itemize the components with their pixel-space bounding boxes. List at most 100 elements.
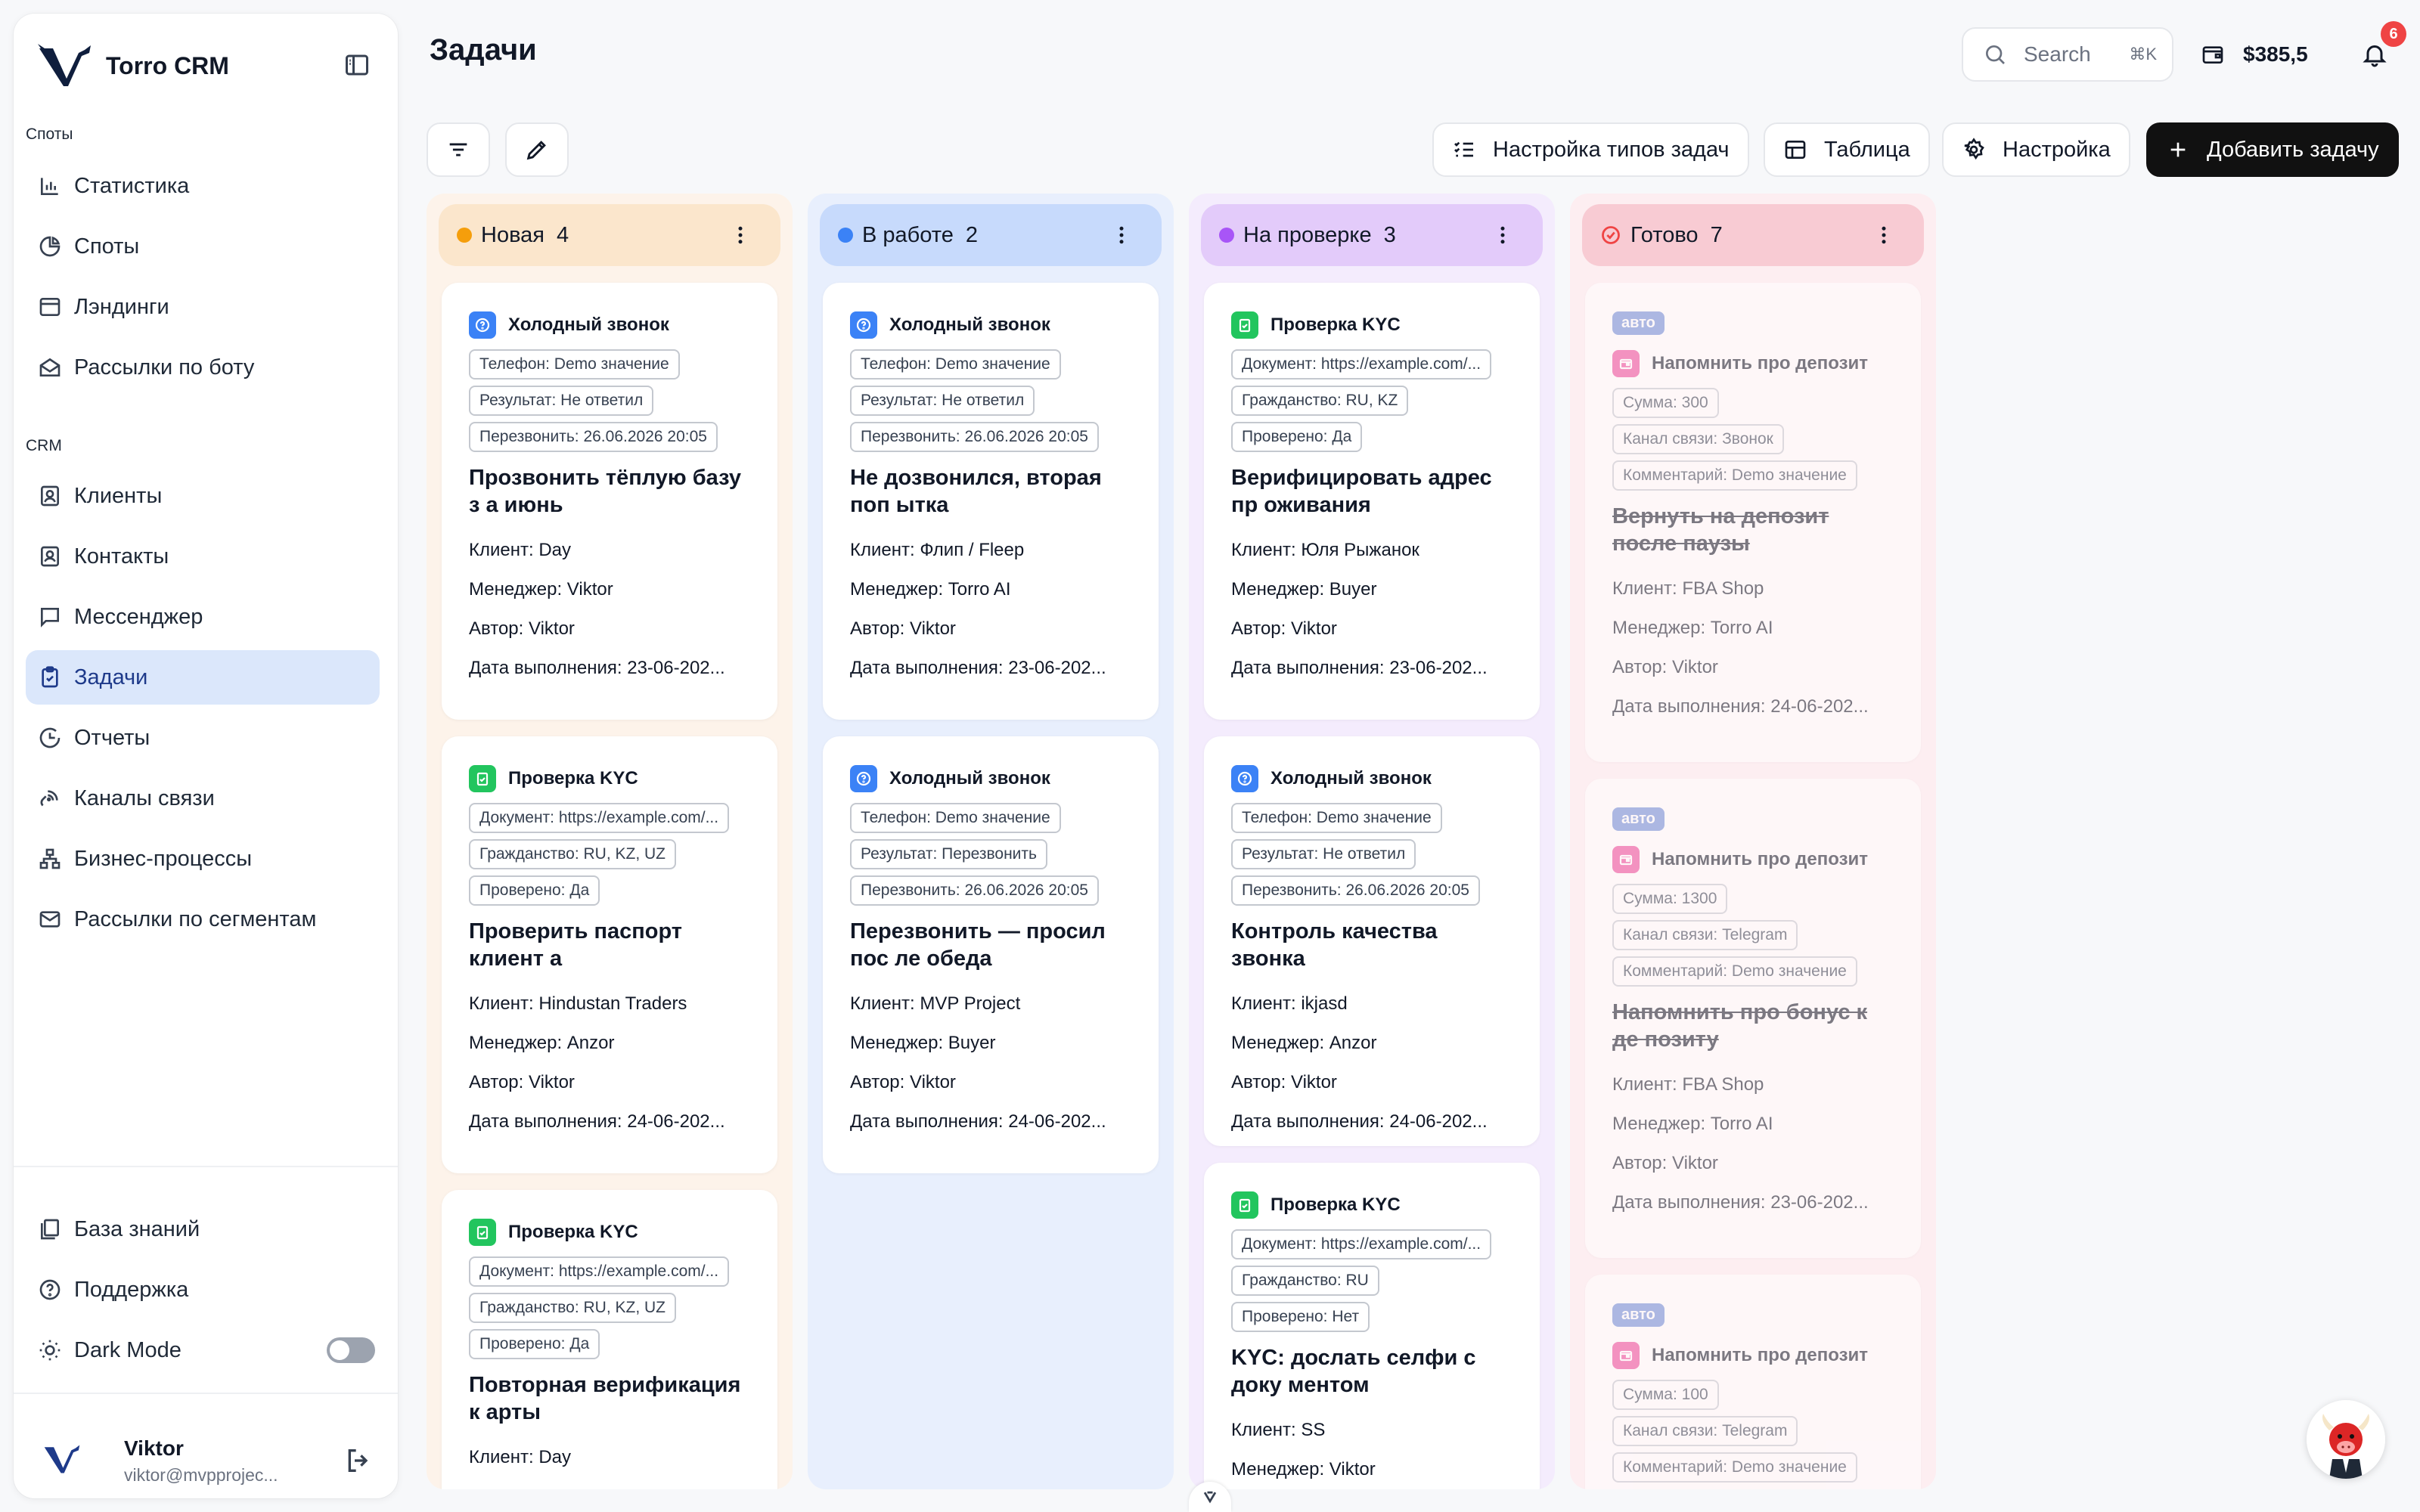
bell-icon[interactable] xyxy=(2361,39,2388,70)
user-profile[interactable]: Viktor viktor@mvpprojec... xyxy=(36,1426,384,1494)
column-count: 4 xyxy=(556,222,569,247)
sidebar-item-channels[interactable]: Каналы связи xyxy=(26,771,380,826)
page-title: Задачи xyxy=(430,33,537,67)
check-circle-icon xyxy=(1602,226,1620,244)
sidebar-divider xyxy=(14,1166,398,1167)
sidebar-item-knowledge-base[interactable]: База знаний xyxy=(26,1202,380,1256)
sidebar-item-label: Рассылки по боту xyxy=(74,355,255,380)
sidebar-item-clients[interactable]: Клиенты xyxy=(26,469,380,523)
task-card[interactable]: авто Напомнить про депозит Сумма: 300 Ка… xyxy=(1585,283,1921,762)
task-tag: Проверено: Да xyxy=(1231,422,1363,452)
task-type-label: Проверка KYC xyxy=(1270,1194,1401,1215)
task-tags: Документ: https://example.com/... Гражда… xyxy=(1231,349,1512,458)
more-vertical-icon[interactable] xyxy=(1491,224,1514,246)
column-header[interactable]: В работе 2 xyxy=(820,204,1162,266)
task-type-label: Напомнить про депозит xyxy=(1652,353,1869,373)
task-tags: Телефон: Demo значение Результат: Не отв… xyxy=(1231,803,1512,912)
task-tag: Комментарий: Demo значение xyxy=(1612,1452,1857,1483)
deposit-reminder-icon xyxy=(1612,846,1640,873)
task-title: Верифицировать адрес пр оживания xyxy=(1231,466,1492,517)
sidebar-item-statistics[interactable]: Статистика xyxy=(26,159,380,213)
task-types-button[interactable]: Настройка типов задач xyxy=(1432,122,1749,177)
task-tags: Документ: https://example.com/... Гражда… xyxy=(1231,1229,1512,1338)
sidebar-item-support[interactable]: Поддержка xyxy=(26,1263,380,1317)
settings-label: Настройка xyxy=(2003,137,2111,162)
sidebar-collapse-icon[interactable] xyxy=(343,51,371,79)
settings-button[interactable]: Настройка xyxy=(1942,122,2130,177)
task-tag: Результат: Не ответил xyxy=(1231,839,1416,869)
mail-icon xyxy=(39,911,60,928)
balance-value: $385,5 xyxy=(2243,42,2308,66)
sidebar-item-messenger[interactable]: Мессенджер xyxy=(26,590,380,644)
task-type: Холодный звонок xyxy=(850,311,1131,339)
column-header[interactable]: Новая 4 xyxy=(439,204,780,266)
sidebar-item-tasks[interactable]: Задачи xyxy=(26,650,380,705)
add-task-button[interactable]: Добавить задачу xyxy=(2146,122,2399,177)
dark-mode-toggle[interactable] xyxy=(327,1337,375,1363)
task-type: Напомнить про депозит xyxy=(1612,350,1894,377)
filter-button[interactable] xyxy=(427,122,490,177)
task-type: Проверка KYC xyxy=(469,765,750,792)
cold-call-icon xyxy=(469,311,496,339)
pencil-icon xyxy=(526,141,546,160)
assistant-mascot[interactable] xyxy=(2307,1400,2385,1479)
brand[interactable]: Torro CRM xyxy=(36,41,229,91)
more-vertical-icon[interactable] xyxy=(729,224,752,246)
column-header[interactable]: Готово 7 xyxy=(1582,204,1924,266)
sidebar-item-label: Бизнес-процессы xyxy=(74,846,253,871)
task-type-label: Проверка KYC xyxy=(508,768,638,789)
task-type: Проверка KYC xyxy=(469,1219,750,1246)
column-header[interactable]: На проверке 3 xyxy=(1201,204,1543,266)
sidebar-item-bot-mailings[interactable]: Рассылки по боту xyxy=(26,340,380,395)
column-new: Новая 4 Холодный звонок Телефон: Demo зн… xyxy=(427,194,793,1489)
task-card[interactable]: Проверка KYC Документ: https://example.c… xyxy=(1204,1163,1540,1489)
task-card[interactable]: Холодный звонок Телефон: Demo значение Р… xyxy=(823,283,1159,720)
task-author: Автор: Viktor xyxy=(850,618,956,639)
edit-button[interactable] xyxy=(505,122,569,177)
task-card[interactable]: авто Напомнить про депозит Сумма: 100 Ка… xyxy=(1585,1275,1921,1489)
balance[interactable]: $385,5 xyxy=(2201,39,2308,70)
task-card[interactable]: Холодный звонок Телефон: Demo значение Р… xyxy=(823,736,1159,1173)
task-type-label: Проверка KYC xyxy=(508,1222,638,1242)
task-client: Клиент: FBA Shop xyxy=(1612,578,1764,599)
window-icon xyxy=(39,298,60,316)
more-vertical-icon[interactable] xyxy=(1110,224,1133,246)
sidebar-item-spots[interactable]: Споты xyxy=(26,219,380,274)
sidebar: Torro CRM Споты Статистика Споты Лэндинг… xyxy=(14,14,398,1498)
table-icon xyxy=(1785,141,1806,159)
task-card[interactable]: Проверка KYC Документ: https://example.c… xyxy=(442,736,777,1173)
task-client: Клиент: SS xyxy=(1231,1420,1326,1440)
bar-chart-icon xyxy=(41,178,58,195)
task-card[interactable]: Проверка KYC Документ: https://example.c… xyxy=(442,1190,777,1489)
more-vertical-icon[interactable] xyxy=(1872,224,1895,246)
task-card[interactable]: Холодный звонок Телефон: Demo значение Р… xyxy=(442,283,777,720)
task-due-date: Дата выполнения: 24-06-202... xyxy=(1612,696,1869,717)
task-client: Клиент: FBA Shop xyxy=(1612,1074,1764,1095)
sidebar-item-landings[interactable]: Лэндинги xyxy=(26,280,380,334)
task-tags: Телефон: Demo значение Результат: Не отв… xyxy=(469,349,750,458)
search-icon xyxy=(1986,45,2005,64)
task-tags: Документ: https://example.com/... Гражда… xyxy=(469,1256,750,1365)
sidebar-item-segment-mailings[interactable]: Рассылки по сегментам xyxy=(26,892,380,947)
sidebar-item-reports[interactable]: Отчеты xyxy=(26,711,380,765)
task-type-label: Холодный звонок xyxy=(508,314,669,335)
search-input[interactable]: Search ⌘K xyxy=(1962,27,2173,82)
task-tag: Документ: https://example.com/... xyxy=(1231,349,1492,380)
status-dot xyxy=(1219,228,1234,243)
sidebar-item-label: Отчеты xyxy=(74,725,150,750)
logout-icon[interactable] xyxy=(343,1445,374,1476)
sidebar-item-label: Поддержка xyxy=(74,1277,189,1302)
task-card[interactable]: авто Напомнить про депозит Сумма: 1300 К… xyxy=(1585,779,1921,1258)
task-card[interactable]: Холодный звонок Телефон: Demo значение Р… xyxy=(1204,736,1540,1146)
task-client: Клиент: Hindustan Traders xyxy=(469,993,687,1014)
sidebar-item-contacts[interactable]: Контакты xyxy=(26,529,380,584)
sidebar-item-business-processes[interactable]: Бизнес-процессы xyxy=(26,832,380,886)
column-count: 3 xyxy=(1383,222,1396,247)
contact-icon xyxy=(41,546,59,567)
table-view-button[interactable]: Таблица xyxy=(1764,122,1930,177)
task-type: Напомнить про депозит xyxy=(1612,846,1894,873)
task-card[interactable]: Проверка KYC Документ: https://example.c… xyxy=(1204,283,1540,720)
plus-icon xyxy=(2170,142,2186,157)
task-tag: Канал связи: Telegram xyxy=(1612,920,1798,950)
status-dot xyxy=(457,228,472,243)
